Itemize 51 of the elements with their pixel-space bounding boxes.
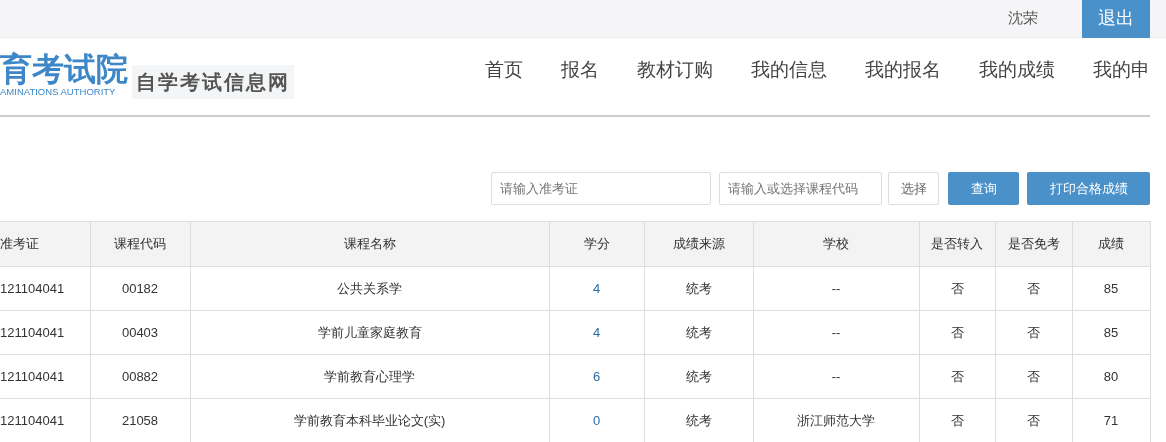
nav-link[interactable]: 教材订购 (637, 56, 713, 85)
nav-link[interactable]: 我的申 (1093, 56, 1150, 85)
course-code-field[interactable]: 请输入或选择课程代码 (719, 172, 882, 205)
table-cell: -- (753, 266, 919, 311)
table-cell: 统考 (644, 266, 753, 311)
table-cell: 4 (549, 310, 644, 355)
table-cell: 00882 (90, 354, 190, 399)
table-cell: 否 (995, 266, 1072, 311)
table-cell: 85 (1072, 266, 1150, 311)
table-cell: -- (753, 354, 919, 399)
table-cell: 学前儿童家庭教育 (190, 310, 549, 355)
nav-link[interactable]: 首页 (485, 56, 523, 85)
table-cell: 否 (995, 310, 1072, 355)
table-cell: 121104041 (0, 266, 90, 311)
logo-title: 育考试院 (0, 53, 128, 86)
nav-link[interactable]: 我的信息 (751, 56, 827, 85)
column-header: 成绩 (1072, 221, 1150, 267)
table-cell: 121104041 (0, 398, 90, 442)
column-header: 准考证 (0, 221, 90, 267)
user-name: 沈荣 (1008, 8, 1038, 29)
nav-link[interactable]: 我的报名 (865, 56, 941, 85)
table-cell: 121104041 (0, 354, 90, 399)
table-cell: 否 (995, 354, 1072, 399)
column-header: 学分 (549, 221, 644, 267)
site-name: 自学考试信息网 (132, 64, 294, 99)
table-cell: 121104041 (0, 310, 90, 355)
ticket-number-field[interactable]: 请输入准考证 (491, 172, 711, 205)
table-cell: 公共关系学 (190, 266, 549, 311)
table-cell: 否 (919, 266, 995, 311)
table-cell: 4 (549, 266, 644, 311)
table-cell: 统考 (644, 310, 753, 355)
column-header: 是否转入 (919, 221, 995, 267)
table-cell: 否 (919, 310, 995, 355)
table-cell: -- (753, 310, 919, 355)
column-header: 课程代码 (90, 221, 190, 267)
logo-subtitle: AMINATIONS AUTHORITY (0, 86, 117, 100)
select-button[interactable]: 选择 (888, 172, 939, 205)
table-cell: 00182 (90, 266, 190, 311)
table-cell: 85 (1072, 310, 1150, 355)
column-header: 是否免考 (995, 221, 1072, 267)
column-header: 课程名称 (190, 221, 549, 267)
table-cell: 00403 (90, 310, 190, 355)
table-cell: 6 (549, 354, 644, 399)
table-cell: 统考 (644, 354, 753, 399)
nav-link[interactable]: 报名 (561, 56, 599, 85)
column-header: 成绩来源 (644, 221, 753, 267)
table-cell: 80 (1072, 354, 1150, 399)
table-cell: 否 (919, 354, 995, 399)
table-cell: 学前教育心理学 (190, 354, 549, 399)
nav-link[interactable]: 我的成绩 (979, 56, 1055, 85)
column-header: 学校 (753, 221, 919, 267)
